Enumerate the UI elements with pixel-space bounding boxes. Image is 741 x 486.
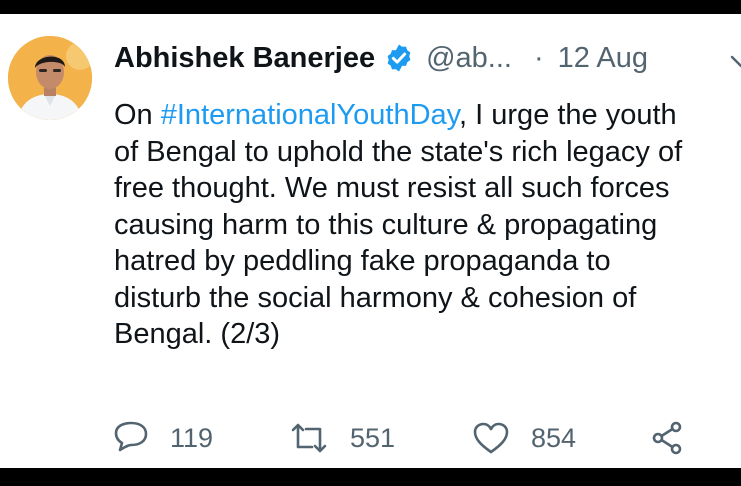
tweet-text: On #InternationalYouthDay, I urge the yo… — [114, 97, 741, 353]
tweet-line: On #InternationalYouthDay, I urge the yo… — [114, 97, 741, 134]
tweet-date[interactable]: 12 Aug — [558, 42, 648, 75]
tweet-line: of Bengal to uphold the state's rich leg… — [114, 135, 683, 168]
tweet-text-segment: On — [114, 99, 161, 131]
tweet-line: free thought. We must resist all such fo… — [114, 172, 670, 204]
tweet-line: disturb the social harmony & cohesion of — [114, 281, 637, 314]
share-button[interactable] — [650, 418, 686, 458]
tweet-line: causing harm to this culture & propagati… — [114, 208, 658, 241]
like-count: 854 — [531, 422, 577, 453]
separator-dot: · — [533, 41, 544, 74]
tweet-actions: 119 551 854 — [112, 418, 741, 458]
chevron-down-icon[interactable] — [730, 52, 741, 72]
verified-badge-icon — [384, 43, 414, 73]
tweet-line: Bengal. (2/3) — [114, 318, 281, 350]
tweet-header: Abhishek Banerjee @ab... · 12 Aug — [114, 38, 741, 78]
author-handle[interactable]: @ab... — [426, 42, 512, 75]
reply-icon — [114, 421, 148, 452]
avatar[interactable] — [8, 36, 92, 120]
author-name[interactable]: Abhishek Banerjee — [114, 42, 375, 75]
tweet-card[interactable]: Abhishek Banerjee @ab... · 12 Aug On #In… — [0, 14, 741, 468]
like-button[interactable]: 854 — [471, 418, 576, 458]
reply-count: 119 — [170, 422, 214, 453]
retweet-count: 551 — [350, 422, 396, 453]
heart-icon — [473, 422, 509, 454]
tweet-line: hatred by peddling fake propaganda to — [114, 245, 611, 277]
hashtag-link[interactable]: #InternationalYouthDay — [161, 99, 459, 131]
retweet-button[interactable]: 551 — [288, 418, 395, 458]
avatar-image — [8, 36, 92, 120]
retweet-icon — [291, 423, 327, 453]
share-icon — [652, 421, 682, 455]
reply-button[interactable]: 119 — [112, 418, 213, 458]
tweet-text-segment: , I urge the youth — [459, 99, 677, 131]
